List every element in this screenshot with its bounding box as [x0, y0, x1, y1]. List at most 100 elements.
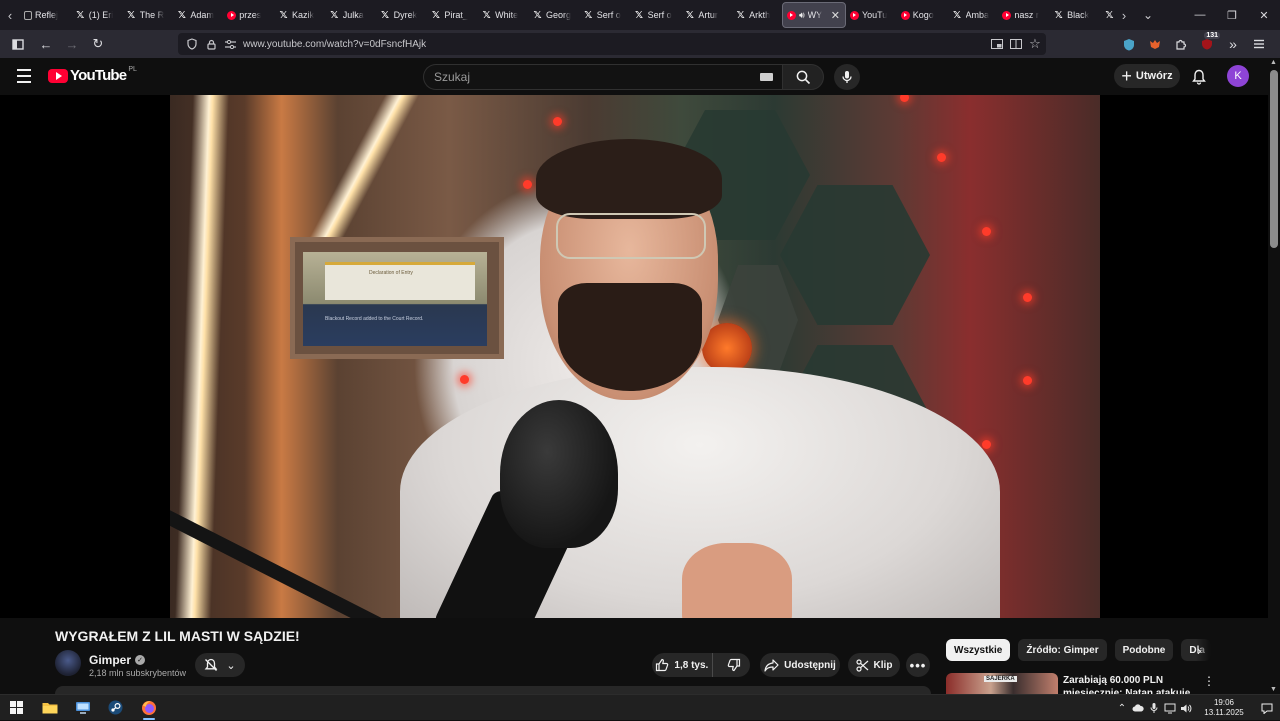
- search-button[interactable]: [782, 64, 824, 90]
- overflow-menu-chevrons-icon[interactable]: »: [1222, 33, 1244, 55]
- browser-tab[interactable]: 𝕏 Georg: [528, 2, 579, 28]
- wall-monitor-screen: Declaration of Entry Blackout Record add…: [303, 252, 487, 346]
- filter-chip[interactable]: Podobne: [1114, 639, 1174, 661]
- browser-tab[interactable]: 𝕏 Arkth: [731, 2, 782, 28]
- firefox-icon[interactable]: [132, 695, 165, 721]
- notifications-bell-icon[interactable]: [1188, 66, 1210, 88]
- restore-window-icon[interactable]: ❐: [1216, 0, 1248, 30]
- video-player[interactable]: Declaration of Entry Blackout Record add…: [0, 95, 1268, 618]
- watch-metadata: WYGRAŁEM Z LIL MASTI W SĄDZIE! Gimper ✓ …: [0, 618, 1268, 696]
- network-monitor-icon[interactable]: [1162, 695, 1178, 721]
- guide-menu-icon[interactable]: [14, 66, 34, 86]
- youtube-header: YouTube PL + Utwórz K: [0, 58, 1268, 95]
- filter-chip[interactable]: Źródło: Gimper: [1018, 639, 1107, 661]
- browser-tab-label: WY: [807, 10, 823, 20]
- browser-tab-active[interactable]: 🔊︎ WY ✕: [781, 2, 846, 28]
- voice-search-button[interactable]: [834, 64, 860, 90]
- keyboard-icon[interactable]: [760, 73, 773, 81]
- clock[interactable]: 19:06 13.11.2025: [1194, 698, 1254, 718]
- browser-tab[interactable]: 𝕏 The R: [122, 2, 173, 28]
- fox-extension-icon[interactable]: [1144, 33, 1166, 55]
- show-hidden-icons-chevron-icon[interactable]: ⌃: [1114, 695, 1130, 721]
- browser-tab[interactable]: przes: [223, 2, 274, 28]
- browser-tab[interactable]: 𝕏 Artur: [680, 2, 731, 28]
- page-scrollbar[interactable]: ▲ ▼: [1268, 58, 1280, 694]
- close-tab-icon[interactable]: ✕: [831, 9, 840, 22]
- recommended-title[interactable]: Zarabiają 60.000 PLN miesięcznie: Natan …: [1063, 674, 1198, 694]
- browser-tab[interactable]: 𝕏 Black: [1049, 2, 1100, 28]
- microphone-tray-icon[interactable]: [1146, 695, 1162, 721]
- browser-tab[interactable]: 𝕏 Kazik: [274, 2, 325, 28]
- reload-icon[interactable]: ↻: [86, 32, 110, 56]
- channel-name-link[interactable]: Gimper ✓: [89, 653, 146, 667]
- remote-desktop-icon[interactable]: [66, 695, 99, 721]
- ublock-extension-icon[interactable]: 131: [1196, 32, 1220, 55]
- url-text[interactable]: www.youtube.com/watch?v=0dFsncfHAjk: [243, 39, 426, 50]
- chips-next-arrow-icon[interactable]: ›: [1188, 639, 1210, 661]
- subscription-notifications-button[interactable]: ⌄: [195, 653, 245, 677]
- browser-tab[interactable]: Reflej: [20, 2, 71, 28]
- related-filter-chips: Wszystkie Źródło: Gimper Podobne Dla: [946, 639, 1212, 661]
- steam-icon[interactable]: [99, 695, 132, 721]
- app-menu-hamburger-icon[interactable]: [1248, 33, 1270, 55]
- vpn-extension-icon[interactable]: [1118, 33, 1140, 55]
- file-explorer-icon[interactable]: [33, 695, 66, 721]
- notification-center-icon[interactable]: [1254, 695, 1280, 721]
- browser-tab[interactable]: 𝕏 Dyrek: [376, 2, 427, 28]
- browser-tab[interactable]: 𝕏 Adam: [172, 2, 223, 28]
- browser-tab[interactable]: 𝕏 Serf o: [630, 2, 681, 28]
- extensions-puzzle-icon[interactable]: [1170, 33, 1192, 55]
- browser-tab[interactable]: 𝕏 White: [477, 2, 528, 28]
- list-all-tabs-icon[interactable]: ⌄: [1134, 0, 1162, 30]
- search-input[interactable]: [434, 70, 734, 84]
- video-frame[interactable]: Declaration of Entry Blackout Record add…: [170, 95, 1100, 618]
- browser-tab[interactable]: 𝕏BOO: [1100, 2, 1114, 28]
- tab-audio-playing-icon[interactable]: 🔊︎: [799, 10, 805, 21]
- url-bar[interactable]: www.youtube.com/watch?v=0dFsncfHAjk ☆: [178, 33, 1046, 55]
- browser-tab[interactable]: 𝕏 (1) Eri: [71, 2, 122, 28]
- share-button[interactable]: Udostępnij: [760, 653, 840, 677]
- browser-tab[interactable]: 𝕏 Amba: [948, 2, 999, 28]
- browser-tab[interactable]: 𝕏 Pirat_: [426, 2, 477, 28]
- minimize-window-icon[interactable]: —: [1184, 0, 1216, 30]
- wall-monitor: Declaration of Entry Blackout Record add…: [290, 237, 504, 359]
- tab-scroll-left-icon[interactable]: ‹: [0, 0, 20, 30]
- channel-name[interactable]: Gimper: [89, 653, 131, 667]
- channel-avatar[interactable]: [55, 650, 81, 676]
- browser-tab[interactable]: nasz r: [998, 2, 1049, 28]
- extension-badge-count: 131: [1204, 32, 1220, 39]
- browser-tab[interactable]: Kogo: [897, 2, 948, 28]
- close-window-icon[interactable]: ✕: [1248, 0, 1280, 30]
- scroll-down-arrow-icon[interactable]: ▼: [1270, 686, 1277, 693]
- tab-scroll-right-icon[interactable]: ›: [1114, 0, 1134, 30]
- create-button[interactable]: + Utwórz: [1114, 64, 1180, 88]
- scroll-up-arrow-icon[interactable]: ▲: [1270, 59, 1277, 66]
- clip-button[interactable]: Klip: [848, 653, 900, 677]
- back-icon[interactable]: ←: [34, 32, 58, 56]
- tracking-protection-shield-icon[interactable]: [184, 36, 200, 52]
- recommended-thumbnail[interactable]: SAJERKA: [946, 673, 1058, 694]
- scrollbar-thumb[interactable]: [1270, 70, 1278, 248]
- account-avatar[interactable]: K: [1227, 65, 1249, 87]
- filter-chip[interactable]: Wszystkie: [946, 639, 1011, 661]
- lock-icon[interactable]: [203, 36, 219, 52]
- browser-tab[interactable]: YouTu: [846, 2, 897, 28]
- volume-speaker-icon[interactable]: [1178, 695, 1194, 721]
- browser-tab[interactable]: 𝕏 Julka: [325, 2, 376, 28]
- bookmark-star-icon[interactable]: ☆: [1027, 36, 1043, 52]
- onedrive-cloud-icon[interactable]: [1130, 695, 1146, 721]
- browser-tab-label: YouTu: [861, 10, 888, 20]
- forward-icon[interactable]: →: [60, 32, 84, 56]
- like-button[interactable]: 1,8 tys.: [652, 653, 713, 677]
- dislike-button[interactable]: [718, 653, 750, 677]
- picture-in-picture-icon[interactable]: [989, 36, 1005, 52]
- browser-tab[interactable]: 𝕏 Serf o: [579, 2, 630, 28]
- more-actions-button[interactable]: •••: [906, 653, 930, 677]
- start-icon[interactable]: [0, 695, 33, 721]
- reader-view-icon[interactable]: [1008, 36, 1024, 52]
- youtube-logo[interactable]: YouTube PL: [48, 66, 137, 84]
- permissions-icon[interactable]: [222, 36, 238, 52]
- search-box[interactable]: [423, 64, 783, 90]
- sidebar-toggle-icon[interactable]: [6, 32, 30, 56]
- kebab-menu-icon[interactable]: ⋮: [1202, 674, 1216, 688]
